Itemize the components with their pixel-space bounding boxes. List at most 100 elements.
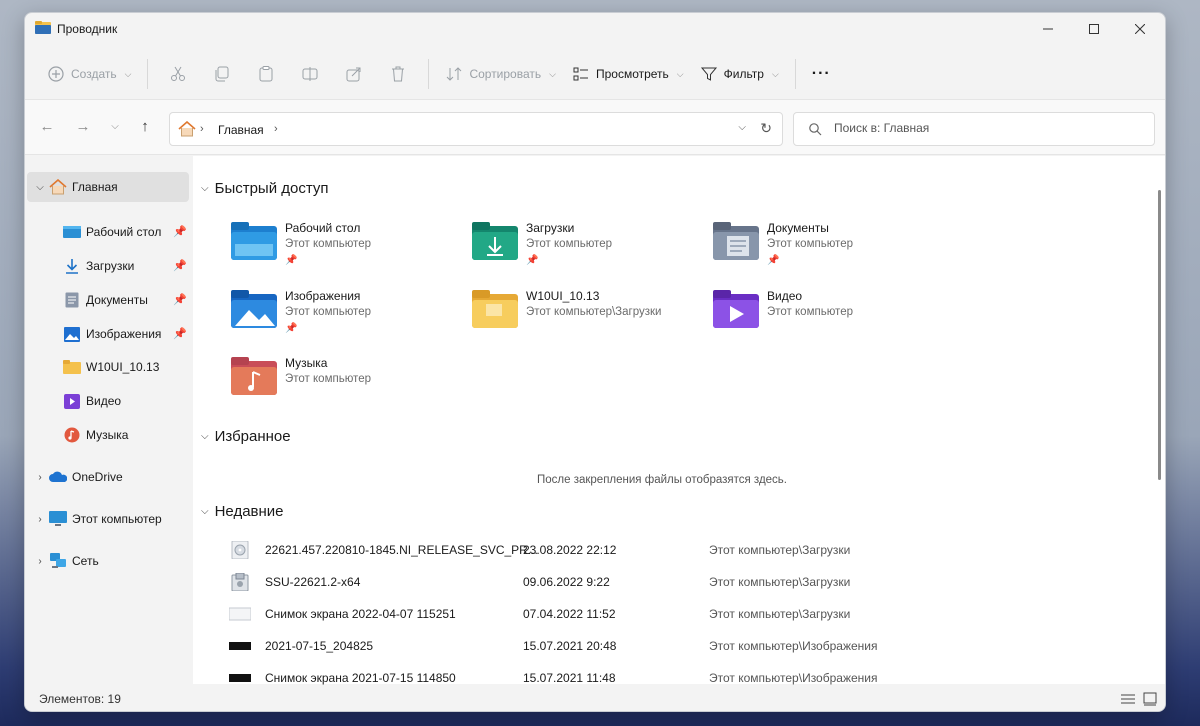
rename-icon — [302, 67, 318, 81]
sidebar-item-pictures[interactable]: Изображения 📌 — [27, 319, 189, 349]
cut-button[interactable] — [156, 58, 200, 90]
maximize-icon — [1089, 24, 1099, 34]
sidebar-item-label: OneDrive — [72, 470, 123, 484]
share-icon — [346, 67, 361, 82]
tile-location: Этот компьютер — [285, 373, 371, 385]
tile-location: Этот компьютер — [285, 306, 371, 318]
sidebar-item-label: Сеть — [72, 554, 99, 568]
sidebar-item-documents[interactable]: Документы 📌 — [27, 285, 189, 315]
recent-header[interactable]: ⌵ Недавние — [201, 503, 284, 520]
tile-location: Этот компьютер — [526, 238, 612, 250]
delete-button[interactable] — [376, 58, 420, 90]
filter-icon — [700, 67, 717, 81]
expand-chevron-icon[interactable]: › — [31, 472, 49, 483]
file-location: Этот компьютер\Загрузки — [709, 607, 851, 621]
copy-button[interactable] — [200, 58, 244, 90]
network-icon — [49, 553, 67, 569]
quick-access-tile-music[interactable]: Музыка Этот компьютер — [231, 353, 451, 413]
sidebar-item-onedrive[interactable]: › OneDrive — [27, 462, 189, 492]
cut-icon — [171, 66, 186, 81]
recent-locations-button[interactable]: ⌵ — [103, 121, 127, 141]
view-button[interactable]: Просмотреть ⌵ — [564, 58, 692, 90]
sidebar-item-music[interactable]: Музыка — [27, 420, 189, 450]
image-file-icon — [229, 607, 251, 621]
back-button[interactable]: ← — [35, 118, 59, 138]
sidebar-item-downloads[interactable]: Загрузки 📌 — [27, 251, 189, 281]
more-options-button[interactable]: ··· — [804, 58, 839, 90]
paste-icon — [259, 66, 273, 82]
recent-file-row[interactable]: Снимок экрана 2022-04-07 115251 07.04.20… — [229, 599, 1129, 629]
sidebar-item-home[interactable]: ⌵ Главная — [27, 172, 189, 202]
paste-button[interactable] — [244, 58, 288, 90]
quick-access-tile-video[interactable]: Видео Этот компьютер — [713, 286, 933, 346]
favorites-header[interactable]: ⌵ Избранное — [201, 428, 291, 445]
documents-icon — [63, 292, 81, 308]
quick-access-header[interactable]: ⌵ Быстрый доступ — [201, 180, 329, 197]
pin-icon: 📌 — [173, 260, 187, 272]
expand-chevron-icon[interactable]: › — [31, 514, 49, 525]
vertical-scrollbar[interactable] — [1155, 156, 1165, 684]
search-box[interactable] — [793, 112, 1155, 146]
pin-icon: 📌 — [173, 294, 187, 306]
minimize-button[interactable] — [1025, 13, 1071, 45]
details-view-button[interactable] — [1119, 690, 1137, 708]
chevron-down-icon: ⌵ — [549, 68, 556, 79]
expand-chevron-icon[interactable]: › — [31, 556, 49, 567]
sidebar-item-label: Изображения — [86, 327, 162, 341]
sidebar-item-desktop[interactable]: Рабочий стол 📌 — [27, 217, 189, 247]
sidebar-item-this-pc[interactable]: › Этот компьютер — [27, 504, 189, 534]
file-date: 15.07.2021 20:48 — [523, 639, 617, 653]
close-button[interactable] — [1117, 13, 1163, 45]
chevron-down-icon: ⌵ — [771, 68, 779, 79]
desktop-icon — [63, 224, 81, 240]
pin-icon: 📌 — [285, 255, 298, 266]
share-button[interactable] — [332, 58, 376, 90]
recent-file-row[interactable]: SSU-22621.2-x64 09.06.2022 9:22 Этот ком… — [229, 567, 1129, 597]
tile-name: Изображения — [285, 289, 361, 303]
pin-icon: 📌 — [173, 226, 187, 238]
more-icon: ··· — [811, 65, 831, 82]
breadcrumb-separator-icon[interactable]: › — [274, 123, 278, 135]
toolbar-divider — [428, 59, 430, 89]
up-button[interactable]: ↑ — [133, 118, 157, 138]
address-history-dropdown[interactable]: ⌵ — [738, 122, 746, 133]
filter-button[interactable]: Фильтр ⌵ — [692, 58, 787, 90]
explorer-app-icon — [35, 21, 51, 34]
quick-access-tile-pictures[interactable]: Изображения Этот компьютер 📌 — [231, 286, 451, 346]
documents-folder-icon — [713, 222, 759, 260]
forward-button[interactable]: → — [71, 118, 95, 138]
search-input[interactable] — [834, 121, 1134, 135]
chevron-down-icon: ⌵ — [124, 68, 132, 79]
pictures-icon — [63, 326, 81, 342]
sidebar-item-w10ui[interactable]: W10UI_10.13 — [27, 352, 189, 382]
quick-access-tile-documents[interactable]: Документы Этот компьютер 📌 — [713, 218, 933, 278]
scrollbar-thumb[interactable] — [1158, 190, 1161, 480]
favorites-empty-message: После закрепления файлы отобразятся здес… — [537, 474, 787, 486]
quick-access-tile-w10ui[interactable]: W10UI_10.13 Этот компьютер\Загрузки — [472, 286, 692, 346]
expand-chevron-icon[interactable]: ⌵ — [31, 182, 49, 193]
window-title: Проводник — [57, 22, 118, 36]
recent-file-row[interactable]: 22621.457.220810-1845.NI_RELEASE_SVC_PR.… — [229, 535, 1129, 565]
home-icon — [49, 179, 67, 195]
refresh-button[interactable]: ↻ — [760, 120, 772, 137]
sidebar-item-network[interactable]: › Сеть — [27, 546, 189, 576]
breadcrumb-home[interactable]: Главная — [218, 123, 264, 137]
rename-button[interactable] — [288, 58, 332, 90]
maximize-button[interactable] — [1071, 13, 1117, 45]
view-button-label: Просмотреть — [595, 67, 669, 81]
quick-access-tile-desktop[interactable]: Рабочий стол Этот компьютер 📌 — [231, 218, 451, 278]
chevron-down-icon: ⌵ — [201, 431, 209, 442]
add-icon — [48, 66, 64, 82]
sidebar-item-video[interactable]: Видео — [27, 386, 189, 416]
image-file-icon — [229, 642, 251, 650]
new-button[interactable]: Создать ⌵ — [39, 58, 139, 90]
tiles-view-button[interactable] — [1141, 690, 1159, 708]
recent-file-row[interactable]: 2021-07-15_204825 15.07.2021 20:48 Этот … — [229, 631, 1129, 661]
file-name: 22621.457.220810-1845.NI_RELEASE_SVC_PR.… — [265, 543, 538, 557]
address-bar[interactable]: › Главная › ⌵ ↻ — [169, 112, 783, 146]
file-date: 23.08.2022 22:12 — [523, 543, 617, 557]
sort-button[interactable]: Сортировать ⌵ — [437, 58, 564, 90]
details-view-icon — [1121, 694, 1135, 704]
quick-access-tile-downloads[interactable]: Загрузки Этот компьютер 📌 — [472, 218, 692, 278]
tile-location: Этот компьютер — [767, 306, 853, 318]
